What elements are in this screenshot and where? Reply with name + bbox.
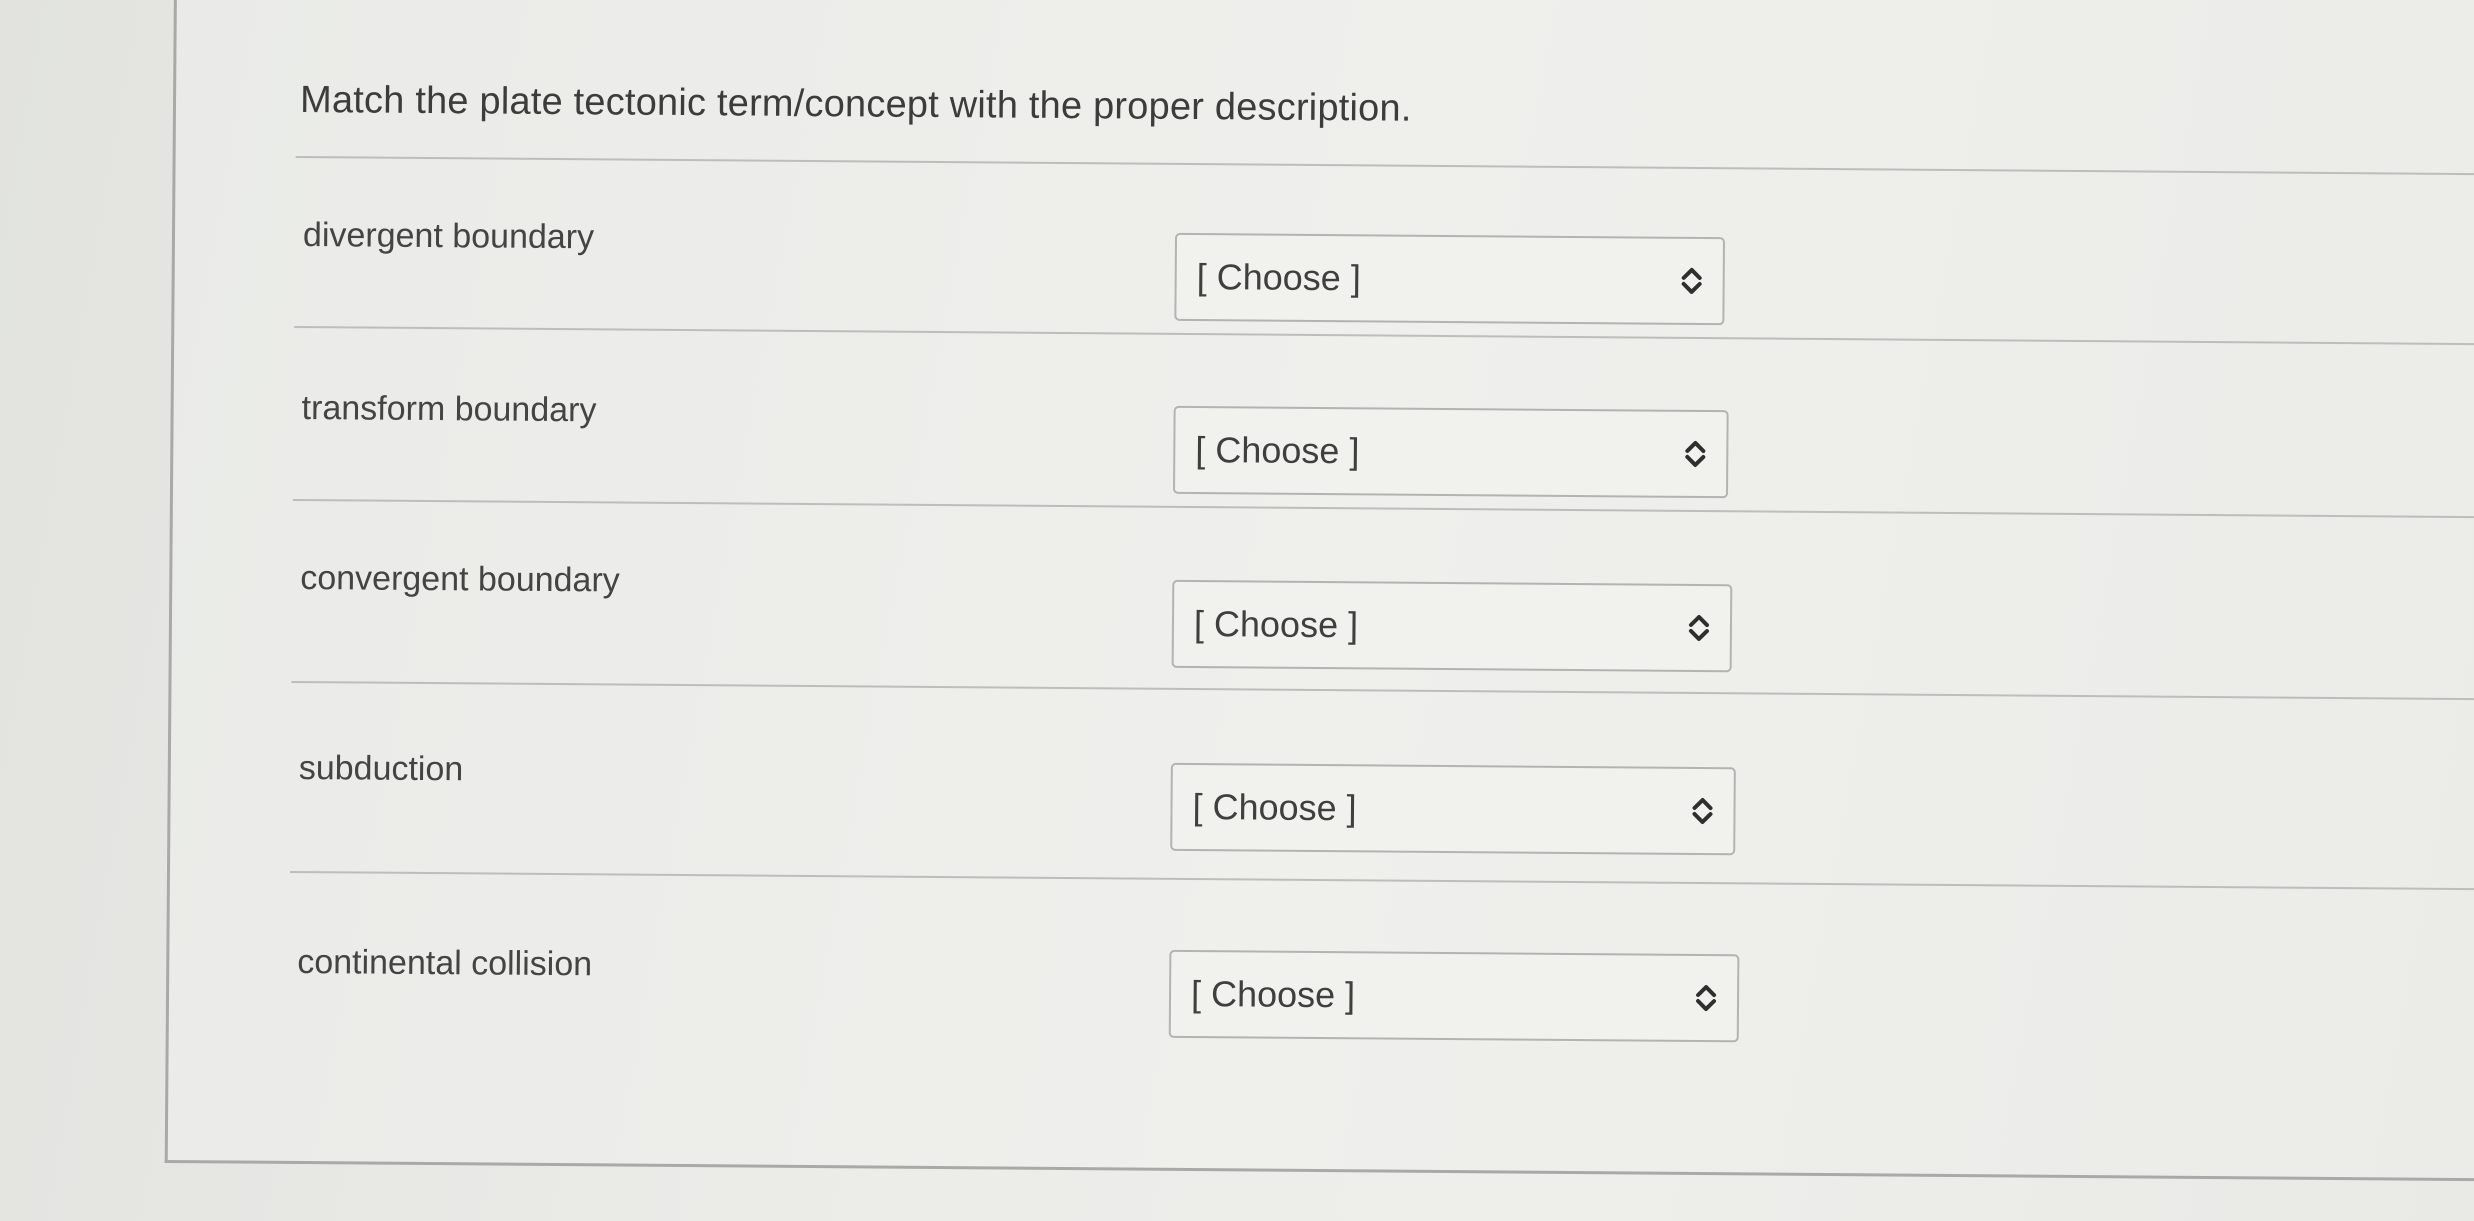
select-value: [ Choose ]: [1193, 603, 1359, 646]
answer-select[interactable]: [ Choose ]: [1171, 579, 1733, 673]
divider: [294, 325, 2474, 346]
answer-select[interactable]: [ Choose ]: [1168, 949, 1740, 1043]
select-value: [ Choose ]: [1192, 786, 1357, 829]
question-text: Match the plate tectonic term/concept wi…: [299, 78, 1412, 130]
chevron-up-down-icon: [1681, 264, 1703, 298]
divider: [289, 870, 2474, 891]
answer-select[interactable]: [ Choose ]: [1174, 232, 1726, 326]
term-label: convergent boundary: [300, 559, 620, 600]
chevron-up-down-icon: [1691, 794, 1713, 828]
answer-select[interactable]: [ Choose ]: [1172, 405, 1729, 499]
divider: [295, 155, 2474, 176]
select-value: [ Choose ]: [1196, 256, 1361, 299]
divider: [292, 498, 2474, 519]
quiz-question-card: Match the plate tectonic term/concept wi…: [164, 0, 2474, 1182]
term-label: subduction: [298, 749, 464, 789]
select-value: [ Choose ]: [1190, 973, 1356, 1016]
chevron-up-down-icon: [1688, 611, 1710, 645]
term-label: transform boundary: [301, 389, 597, 430]
divider: [291, 680, 2474, 701]
term-label: continental collision: [297, 942, 593, 984]
chevron-up-down-icon: [1684, 437, 1706, 471]
select-value: [ Choose ]: [1195, 429, 1360, 472]
screen: Match the plate tectonic term/concept wi…: [0, 0, 2474, 1221]
answer-select[interactable]: [ Choose ]: [1170, 762, 1736, 856]
chevron-up-down-icon: [1695, 981, 1717, 1015]
term-label: divergent boundary: [302, 216, 595, 257]
